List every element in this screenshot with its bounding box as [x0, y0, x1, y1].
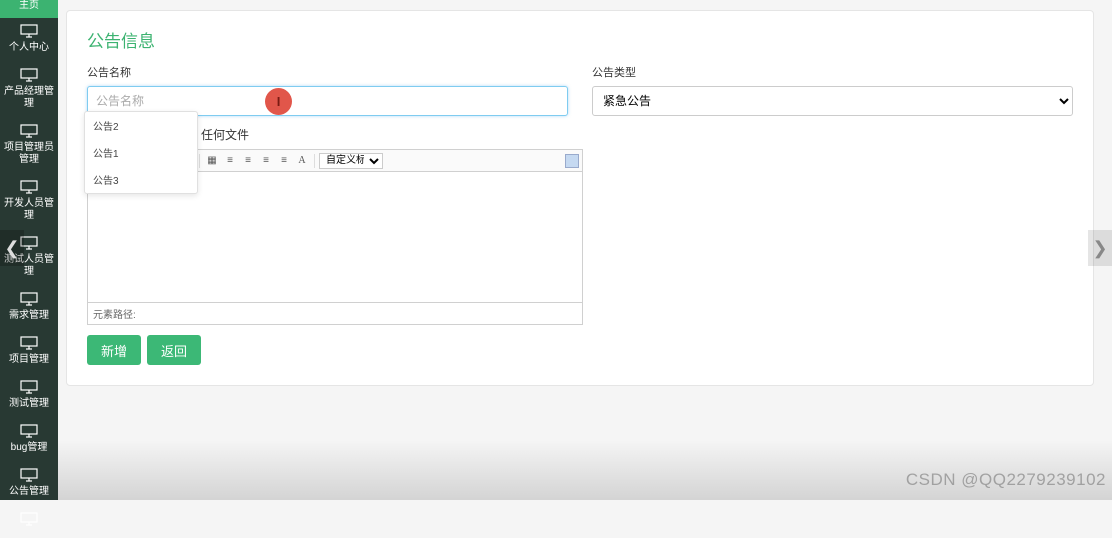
sidebar-item-label: 项目管理: [9, 354, 49, 366]
cursor-marker-icon: I: [265, 88, 292, 115]
file-hint-text: 任何文件: [201, 126, 1073, 143]
autocomplete-item[interactable]: 公告3: [85, 166, 197, 193]
notice-name-field: 公告名称: [87, 64, 568, 116]
sidebar-item-home[interactable]: 主页: [0, 0, 58, 18]
sidebar-item-label: 主页: [19, 0, 39, 12]
separator: [314, 154, 315, 168]
align-center-icon[interactable]: ≡: [240, 153, 256, 169]
card-title: 公告信息: [87, 27, 1073, 52]
custom-style-select[interactable]: 自定义标题: [319, 153, 383, 169]
monitor-icon: [19, 512, 39, 526]
monitor-icon: [19, 336, 39, 350]
notice-name-label: 公告名称: [87, 64, 568, 80]
sidebar-item-developer[interactable]: 开发人员管理: [0, 174, 58, 230]
align-left-icon[interactable]: ≡: [222, 153, 238, 169]
carousel-next-arrow[interactable]: ❯: [1088, 230, 1112, 266]
sidebar-item-label: 需求管理: [9, 310, 49, 322]
watermark-text: CSDN @QQ2279239102: [906, 470, 1106, 490]
align-justify-icon[interactable]: ≡: [276, 153, 292, 169]
sidebar-item-product-manager[interactable]: 产品经理管理: [0, 62, 58, 118]
carousel-prev-arrow[interactable]: ❮: [0, 230, 24, 266]
notice-type-select[interactable]: 紧急公告: [592, 86, 1073, 116]
monitor-icon: [19, 292, 39, 306]
monitor-icon: [19, 424, 39, 438]
add-button[interactable]: 新增: [87, 335, 141, 365]
sidebar-item-label: 开发人员管理: [0, 198, 58, 222]
form-row: 公告名称 公告类型 紧急公告: [87, 64, 1073, 116]
sidebar-item-project-admin[interactable]: 项目管理员管理: [0, 118, 58, 174]
table-icon[interactable]: ▦: [204, 153, 220, 169]
sidebar-item-label: 项目管理员管理: [0, 142, 58, 166]
sidebar-item-bug[interactable]: bug管理: [0, 418, 58, 462]
monitor-icon: [19, 24, 39, 38]
sidebar-item-label: 测试管理: [9, 398, 49, 410]
notice-form-card: 公告信息 公告名称 公告类型 紧急公告 任何文件 字号 段落格式 ▦ ≡ ≡: [66, 10, 1094, 386]
monitor-icon: [19, 68, 39, 82]
monitor-icon: [19, 124, 39, 138]
notice-type-label: 公告类型: [592, 64, 1073, 80]
autocomplete-item[interactable]: 公告2: [85, 112, 197, 139]
monitor-icon: [19, 380, 39, 394]
align-right-icon[interactable]: ≡: [258, 153, 274, 169]
sidebar-item-profile[interactable]: 个人中心: [0, 18, 58, 62]
sidebar-item-label: 产品经理管理: [0, 86, 58, 110]
autocomplete-item[interactable]: 公告1: [85, 139, 197, 166]
editor-element-path: 元素路径:: [88, 302, 582, 324]
sidebar-item-extra[interactable]: [0, 506, 58, 538]
sidebar-item-notice[interactable]: 公告管理: [0, 462, 58, 506]
font-color-icon[interactable]: A: [294, 153, 310, 169]
back-button[interactable]: 返回: [147, 335, 201, 365]
sidebar-item-label: 个人中心: [9, 42, 49, 54]
monitor-icon: [19, 468, 39, 482]
notice-type-field: 公告类型 紧急公告: [592, 64, 1073, 116]
sidebar-item-label: bug管理: [11, 442, 48, 454]
autocomplete-dropdown: 公告2 公告1 公告3: [84, 111, 198, 194]
sidebar-item-requirement[interactable]: 需求管理: [0, 286, 58, 330]
sidebar-item-test[interactable]: 测试管理: [0, 374, 58, 418]
separator: [199, 154, 200, 168]
monitor-icon: [19, 180, 39, 194]
sidebar-item-project[interactable]: 项目管理: [0, 330, 58, 374]
sidebar-item-label: 公告管理: [9, 486, 49, 498]
toolbar-toggle-icon[interactable]: [565, 154, 579, 168]
form-actions: 新增 返回: [87, 335, 1073, 365]
main-content: 公告信息 公告名称 公告类型 紧急公告 任何文件 字号 段落格式 ▦ ≡ ≡: [58, 10, 1102, 490]
